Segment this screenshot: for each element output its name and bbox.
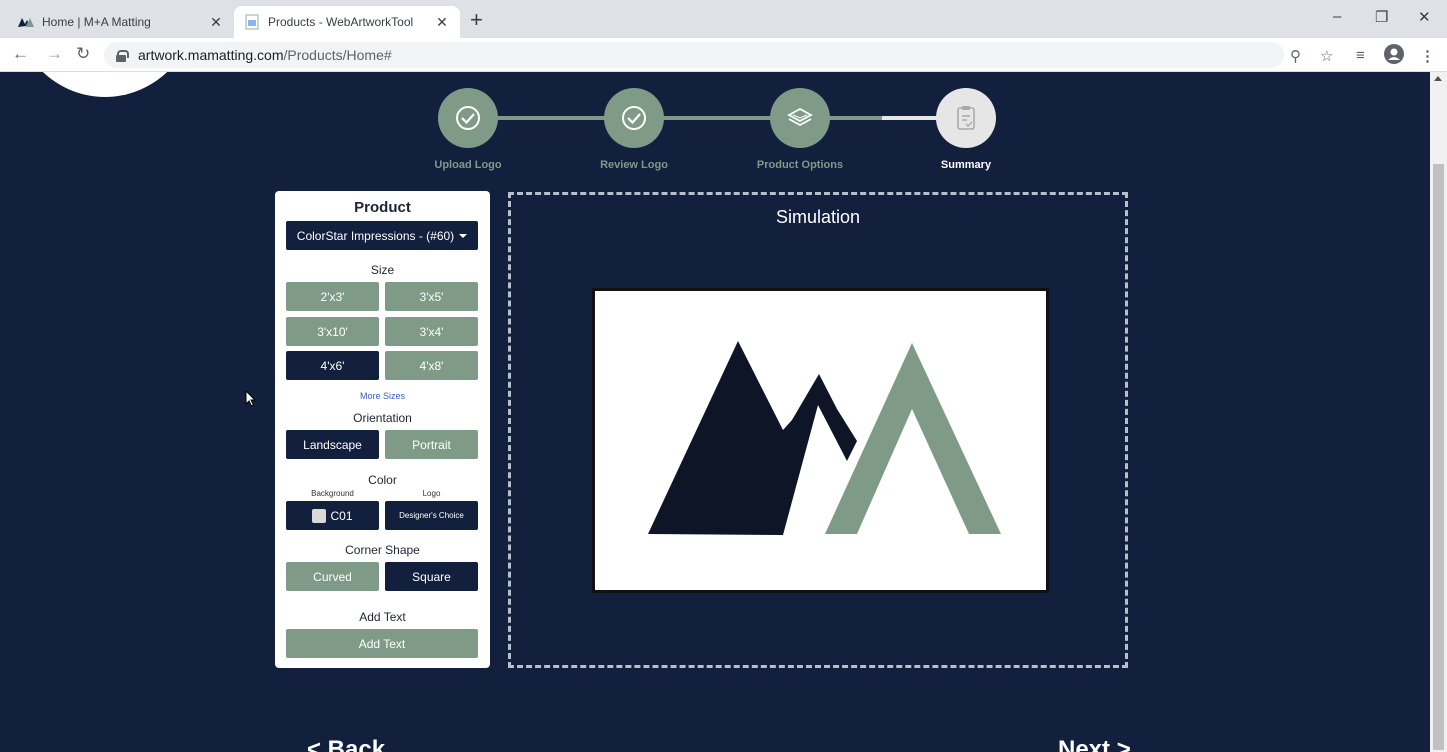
product-options-panel: Product ColorStar Impressions - (#60) Si… [275,191,490,668]
step-review-logo[interactable] [604,88,664,148]
simulation-area: Simulation [508,192,1128,668]
background-color-button[interactable]: C01 [286,501,379,530]
orientation-heading: Orientation [353,411,412,425]
size-2x3-button[interactable]: 2'x3' [286,282,379,311]
scrollbar-thumb[interactable] [1433,164,1444,750]
back-button[interactable]: < Back [307,736,385,752]
size-4x6-button[interactable]: 4'x6' [286,351,379,380]
bookmark-star-icon[interactable]: ☆ [1320,47,1333,65]
size-4x8-button[interactable]: 4'x8' [385,351,478,380]
close-tab-icon[interactable]: ✕ [434,14,450,31]
reload-icon[interactable]: ↻ [76,44,90,64]
more-sizes-link[interactable]: More Sizes [275,391,490,401]
page-favicon-icon [244,14,260,30]
product-selected-value: ColorStar Impressions - (#60) [296,228,455,243]
product-dropdown[interactable]: ColorStar Impressions - (#60) [286,221,478,250]
corner-shape-heading: Corner Shape [345,543,420,557]
mat-preview [592,288,1049,593]
url-path: /Products/Home# [283,47,392,63]
step-summary[interactable] [936,88,996,148]
ma-logo-image [648,341,1001,535]
address-bar[interactable]: artwork.mamatting.com/Products/Home# [104,42,1284,68]
color-heading: Color [368,473,397,487]
page-scrollbar[interactable] [1430,72,1447,752]
media-control-icon[interactable]: ≡ [1356,47,1365,64]
portrait-button[interactable]: Portrait [385,430,478,459]
step-label: Review Logo [600,159,668,171]
layers-icon [787,107,813,127]
ma-favicon-icon [18,14,34,30]
forward-arrow-icon[interactable]: → [46,44,63,64]
background-label: Background [311,489,354,498]
site-logo-badge [10,72,200,97]
size-3x10-button[interactable]: 3'x10' [286,317,379,346]
tab-title: Home | M+A Matting [42,15,151,29]
color-swatch [312,508,327,523]
size-3x4-button[interactable]: 3'x4' [385,317,478,346]
lock-icon [116,49,129,62]
caret-down-icon [459,233,468,238]
add-text-button[interactable]: Add Text [286,629,478,658]
tab-title: Products - WebArtworkTool [268,15,414,29]
page-content: Upload Logo Review Logo Product Options … [0,72,1430,752]
step-product-options[interactable] [770,88,830,148]
clipboard-icon [957,106,975,130]
url-host: artwork.mamatting.com [138,47,284,63]
logo-color-button[interactable]: Designer's Choice [385,501,478,530]
curved-button[interactable]: Curved [286,562,379,591]
step-label: Product Options [756,159,844,171]
size-heading: Size [370,263,395,277]
logo-label: Logo [422,489,441,498]
tab-home[interactable]: Home | M+A Matting ✕ [8,6,234,38]
simulation-title: Simulation [775,207,861,227]
landscape-button[interactable]: Landscape [286,430,379,459]
back-arrow-icon[interactable]: ← [12,44,29,64]
check-circle-icon [456,106,480,130]
menu-kebab-icon[interactable]: ⋮ [1420,47,1435,65]
restore-icon[interactable]: ❐ [1375,8,1388,26]
size-3x5-button[interactable]: 3'x5' [385,282,478,311]
background-color-value: C01 [330,508,353,523]
check-circle-icon [622,106,646,130]
tab-products[interactable]: Products - WebArtworkTool ✕ [234,6,460,38]
zoom-icon[interactable]: ⚲ [1290,47,1301,65]
window-close-icon[interactable]: ✕ [1418,8,1431,26]
new-tab-icon[interactable]: + [470,8,483,32]
step-upload-logo[interactable] [438,88,498,148]
step-label: Summary [940,159,992,171]
add-text-heading: Add Text [359,610,406,624]
mouse-cursor-icon [245,390,257,407]
minimize-icon[interactable]: – [1333,8,1341,25]
square-button[interactable]: Square [385,562,478,591]
scroll-up-arrow-icon[interactable] [1434,76,1442,81]
next-button[interactable]: Next > [1058,736,1131,752]
browser-tab-bar: Home | M+A Matting ✕ Products - WebArtwo… [0,0,1447,38]
profile-icon[interactable] [1384,44,1404,68]
step-label: Upload Logo [434,159,502,171]
product-heading: Product [354,199,411,216]
browser-toolbar: ← → ↻ artwork.mamatting.com/Products/Hom… [0,38,1447,72]
close-tab-icon[interactable]: ✕ [208,14,224,31]
